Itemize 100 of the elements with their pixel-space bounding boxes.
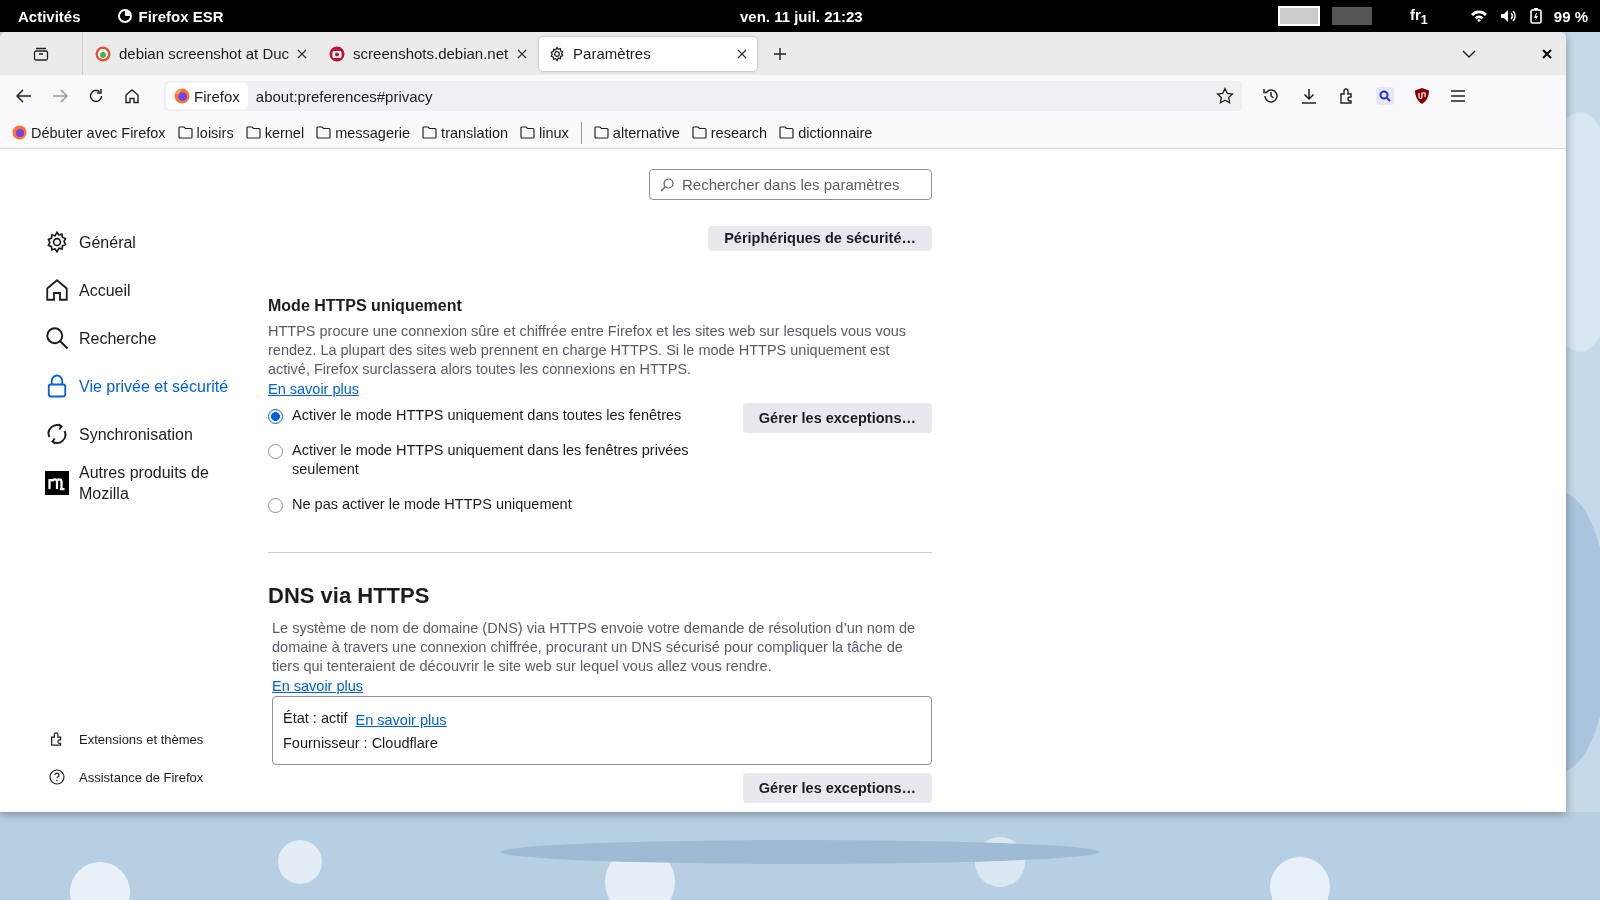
browser-tab[interactable]: debian screenshot at Duc bbox=[85, 36, 318, 71]
keyboard-layout[interactable]: fr$_{1}$ bbox=[1410, 5, 1428, 27]
firefox-logo-icon bbox=[174, 88, 190, 104]
folder-icon bbox=[245, 126, 261, 139]
bookmark-item[interactable]: messagerie bbox=[316, 124, 411, 141]
clock[interactable]: ven. 11 juil. 21:23 bbox=[740, 7, 863, 25]
history-icon[interactable] bbox=[1262, 87, 1280, 105]
bookmark-label: messagerie bbox=[335, 124, 411, 141]
bookmark-label: alternative bbox=[612, 124, 680, 141]
lock-icon bbox=[45, 374, 69, 398]
bookmark-item[interactable]: alternative bbox=[593, 124, 680, 141]
address-bar[interactable]: Firefox about:preferences#privacy bbox=[164, 81, 1242, 111]
folder-icon bbox=[177, 126, 193, 139]
sync-icon bbox=[45, 422, 69, 446]
volume-icon[interactable] bbox=[1499, 9, 1518, 23]
bookmark-label: translation bbox=[441, 124, 508, 141]
security-devices-button[interactable]: Périphériques de sécurité… bbox=[708, 226, 932, 251]
activities-button[interactable]: Activités bbox=[18, 7, 81, 25]
section-description: Le système de nom de domaine (DNS) via HTTPS envoie votre demande de résolution d’un nom de domaine à travers une connexion chiffrée, procurant un DNS sécurisé pour compliquer la tâche de tiers qui tenteraient de découvrir le site web sur lequel vous allez vous rendre. bbox=[272, 619, 917, 676]
back-icon[interactable] bbox=[16, 89, 32, 103]
wifi-icon[interactable] bbox=[1469, 9, 1488, 23]
footer-link[interactable]: Assistance de Firefox bbox=[45, 758, 268, 796]
section-description: HTTPS procure une connexion sûre et chiffrée entre Firefox et les sites web sur lesquels vous vous rendez. La plupart des sites web prennent en charge HTTPS. Si le mode HTTPS uniquement est activé, Firefox surclassera alors toutes les connexions en HTTPS. bbox=[268, 322, 908, 379]
provider-text: Fournisseur : Cloudflare bbox=[283, 734, 439, 753]
bookmark-label: research bbox=[710, 124, 768, 141]
shield-icon[interactable] bbox=[1414, 87, 1430, 105]
radio-button[interactable] bbox=[268, 409, 283, 424]
browser-tab[interactable]: screenshots.debian.net bbox=[319, 36, 538, 71]
close-icon[interactable] bbox=[1542, 48, 1552, 59]
footer-link[interactable]: Extensions et thèmes bbox=[45, 720, 268, 758]
tab-title: Paramètres bbox=[573, 45, 652, 62]
category-item[interactable]: Vie privée et sécurité bbox=[45, 366, 268, 406]
url-text: about:preferences#privacy bbox=[255, 87, 433, 105]
bookmark-item[interactable]: loisirs bbox=[177, 124, 234, 141]
folder-icon bbox=[422, 126, 438, 139]
bookmark-item[interactable]: translation bbox=[422, 124, 508, 141]
category-item[interactable]: Général bbox=[45, 222, 268, 262]
new-tab-icon[interactable] bbox=[773, 46, 788, 61]
folder-icon bbox=[691, 126, 707, 139]
manage-exceptions-button[interactable]: Gérer les exceptions… bbox=[742, 403, 932, 433]
bookmark-label: kernel bbox=[264, 124, 305, 141]
workspace-thumbnail[interactable] bbox=[1278, 6, 1320, 26]
bookmark-label: dictionnaire bbox=[798, 124, 873, 141]
category-item[interactable]: Accueil bbox=[45, 270, 268, 310]
tab-overview-icon[interactable] bbox=[33, 45, 49, 62]
tab-title: debian screenshot at Duc bbox=[119, 45, 290, 62]
app-name[interactable]: Firefox ESR bbox=[138, 7, 224, 25]
search-icon bbox=[45, 326, 69, 350]
radio-label: Activer le mode HTTPS uniquement dans les fenêtres privées seulement bbox=[292, 441, 690, 479]
identity-button[interactable]: Firefox bbox=[166, 83, 248, 109]
download-icon[interactable] bbox=[1300, 87, 1318, 105]
bookmark-label: loisirs bbox=[196, 124, 234, 141]
learn-more-link[interactable]: En savoir plus bbox=[355, 709, 447, 732]
category-item[interactable]: Synchronisation bbox=[45, 414, 268, 454]
section-title: DNS via HTTPS bbox=[268, 583, 431, 609]
section-title: Mode HTTPS uniquement bbox=[268, 297, 463, 315]
bookmark-item[interactable]: kernel bbox=[245, 124, 305, 141]
radio-button[interactable] bbox=[268, 444, 283, 459]
workspace-thumbnail[interactable] bbox=[1332, 7, 1372, 25]
duck-icon bbox=[95, 45, 111, 62]
chevron-down-icon[interactable] bbox=[1462, 49, 1476, 58]
gear-icon bbox=[45, 230, 69, 254]
bookmark-label: linux bbox=[539, 124, 569, 141]
firefox-icon bbox=[116, 8, 133, 24]
status-text: État : actif bbox=[283, 709, 348, 728]
category-item[interactable]: Recherche bbox=[45, 318, 268, 358]
folder-icon bbox=[779, 126, 795, 139]
radio-button[interactable] bbox=[268, 498, 283, 513]
firefox-logo-icon bbox=[12, 125, 27, 140]
browser-tab[interactable]: Paramètres bbox=[539, 36, 758, 71]
camera-icon bbox=[329, 45, 346, 62]
magnifier-icon[interactable] bbox=[1376, 87, 1394, 105]
close-icon[interactable] bbox=[297, 48, 308, 59]
battery-icon[interactable] bbox=[1529, 8, 1542, 24]
menu-icon[interactable] bbox=[1450, 89, 1466, 103]
gear-icon bbox=[549, 45, 566, 62]
star-icon[interactable] bbox=[1216, 87, 1234, 105]
search-icon bbox=[660, 177, 674, 192]
forward-icon[interactable] bbox=[52, 89, 68, 103]
home-icon bbox=[45, 278, 69, 302]
radio-label: Ne pas activer le mode HTTPS uniquement bbox=[292, 495, 572, 514]
learn-more-link[interactable]: En savoir plus bbox=[268, 381, 360, 397]
close-icon[interactable] bbox=[517, 48, 528, 59]
manage-exceptions-button[interactable]: Gérer les exceptions… bbox=[742, 773, 932, 803]
radio-label: Activer le mode HTTPS uniquement dans toutes les fenêtres bbox=[292, 406, 682, 425]
tab-title: screenshots.debian.net bbox=[353, 45, 510, 62]
learn-more-link[interactable]: En savoir plus bbox=[272, 678, 364, 694]
close-icon[interactable] bbox=[737, 48, 748, 59]
help-icon bbox=[49, 769, 65, 785]
home-icon[interactable] bbox=[124, 88, 140, 104]
bookmark-item[interactable]: dictionnaire bbox=[779, 124, 873, 141]
mozilla-icon bbox=[45, 471, 69, 495]
battery-level[interactable]: 99 % bbox=[1553, 7, 1588, 25]
category-item[interactable]: Autres produits de Mozilla bbox=[45, 462, 268, 504]
folder-icon bbox=[520, 126, 535, 139]
reload-icon[interactable] bbox=[88, 88, 104, 104]
search-field[interactable]: Rechercher dans les paramètres bbox=[649, 169, 932, 200]
bookmark-item[interactable]: research bbox=[691, 124, 768, 141]
bookmark-item[interactable]: linux bbox=[520, 124, 569, 141]
folder-icon bbox=[593, 126, 609, 139]
